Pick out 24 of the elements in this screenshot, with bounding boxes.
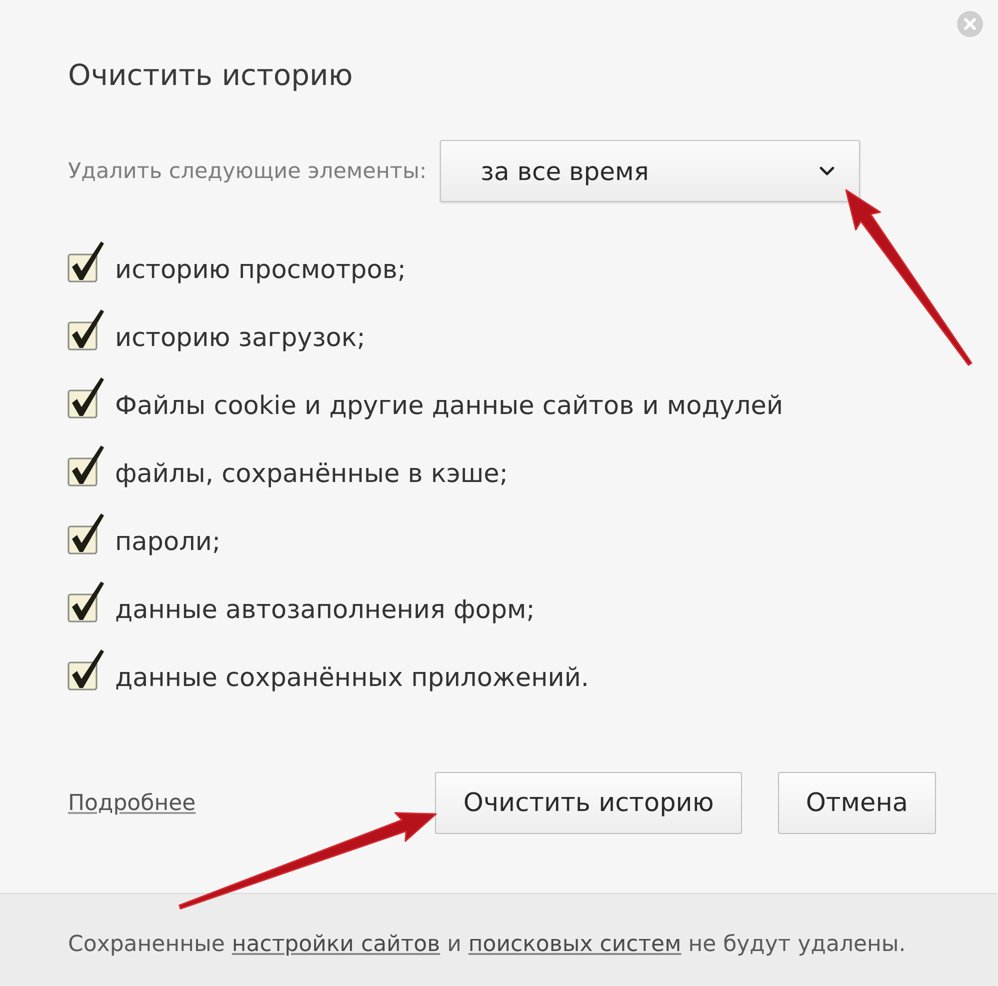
option-label: Файлы cookie и другие данные сайтов и модулей	[115, 391, 784, 421]
chevron-down-icon	[818, 166, 835, 176]
period-dropdown[interactable]: за все время	[440, 140, 860, 202]
footer-note: Сохраненные настройки сайтов и поисковых систем не будут удалены.	[68, 931, 907, 959]
option-label: файлы, сохранённые в кэше;	[115, 459, 508, 489]
footer-link[interactable]: поисковых систем	[468, 932, 682, 957]
option-label: историю загрузок;	[115, 323, 366, 353]
checkbox[interactable]	[66, 444, 106, 488]
dialog-button[interactable]: Отмена	[778, 772, 936, 834]
checkbox[interactable]	[66, 308, 106, 352]
checkbox[interactable]	[66, 512, 106, 556]
checkbox[interactable]	[66, 240, 106, 284]
checkbox[interactable]	[66, 648, 106, 692]
checkbox[interactable]	[66, 376, 106, 420]
field-label: Удалить следующие элементы:	[68, 158, 427, 184]
footer-link[interactable]: настройки сайтов	[232, 932, 440, 957]
option-label: пароли;	[115, 527, 221, 557]
dialog-button[interactable]: Очистить историю	[435, 772, 742, 834]
option-label: историю просмотров;	[115, 255, 406, 285]
checkbox[interactable]	[66, 580, 106, 624]
details-link[interactable]: Подробнее	[68, 790, 196, 816]
option-label: данные автозаполнения форм;	[115, 595, 535, 625]
option-label: данные сохранённых приложений.	[115, 663, 590, 693]
dialog-title: Очистить историю	[68, 57, 353, 94]
